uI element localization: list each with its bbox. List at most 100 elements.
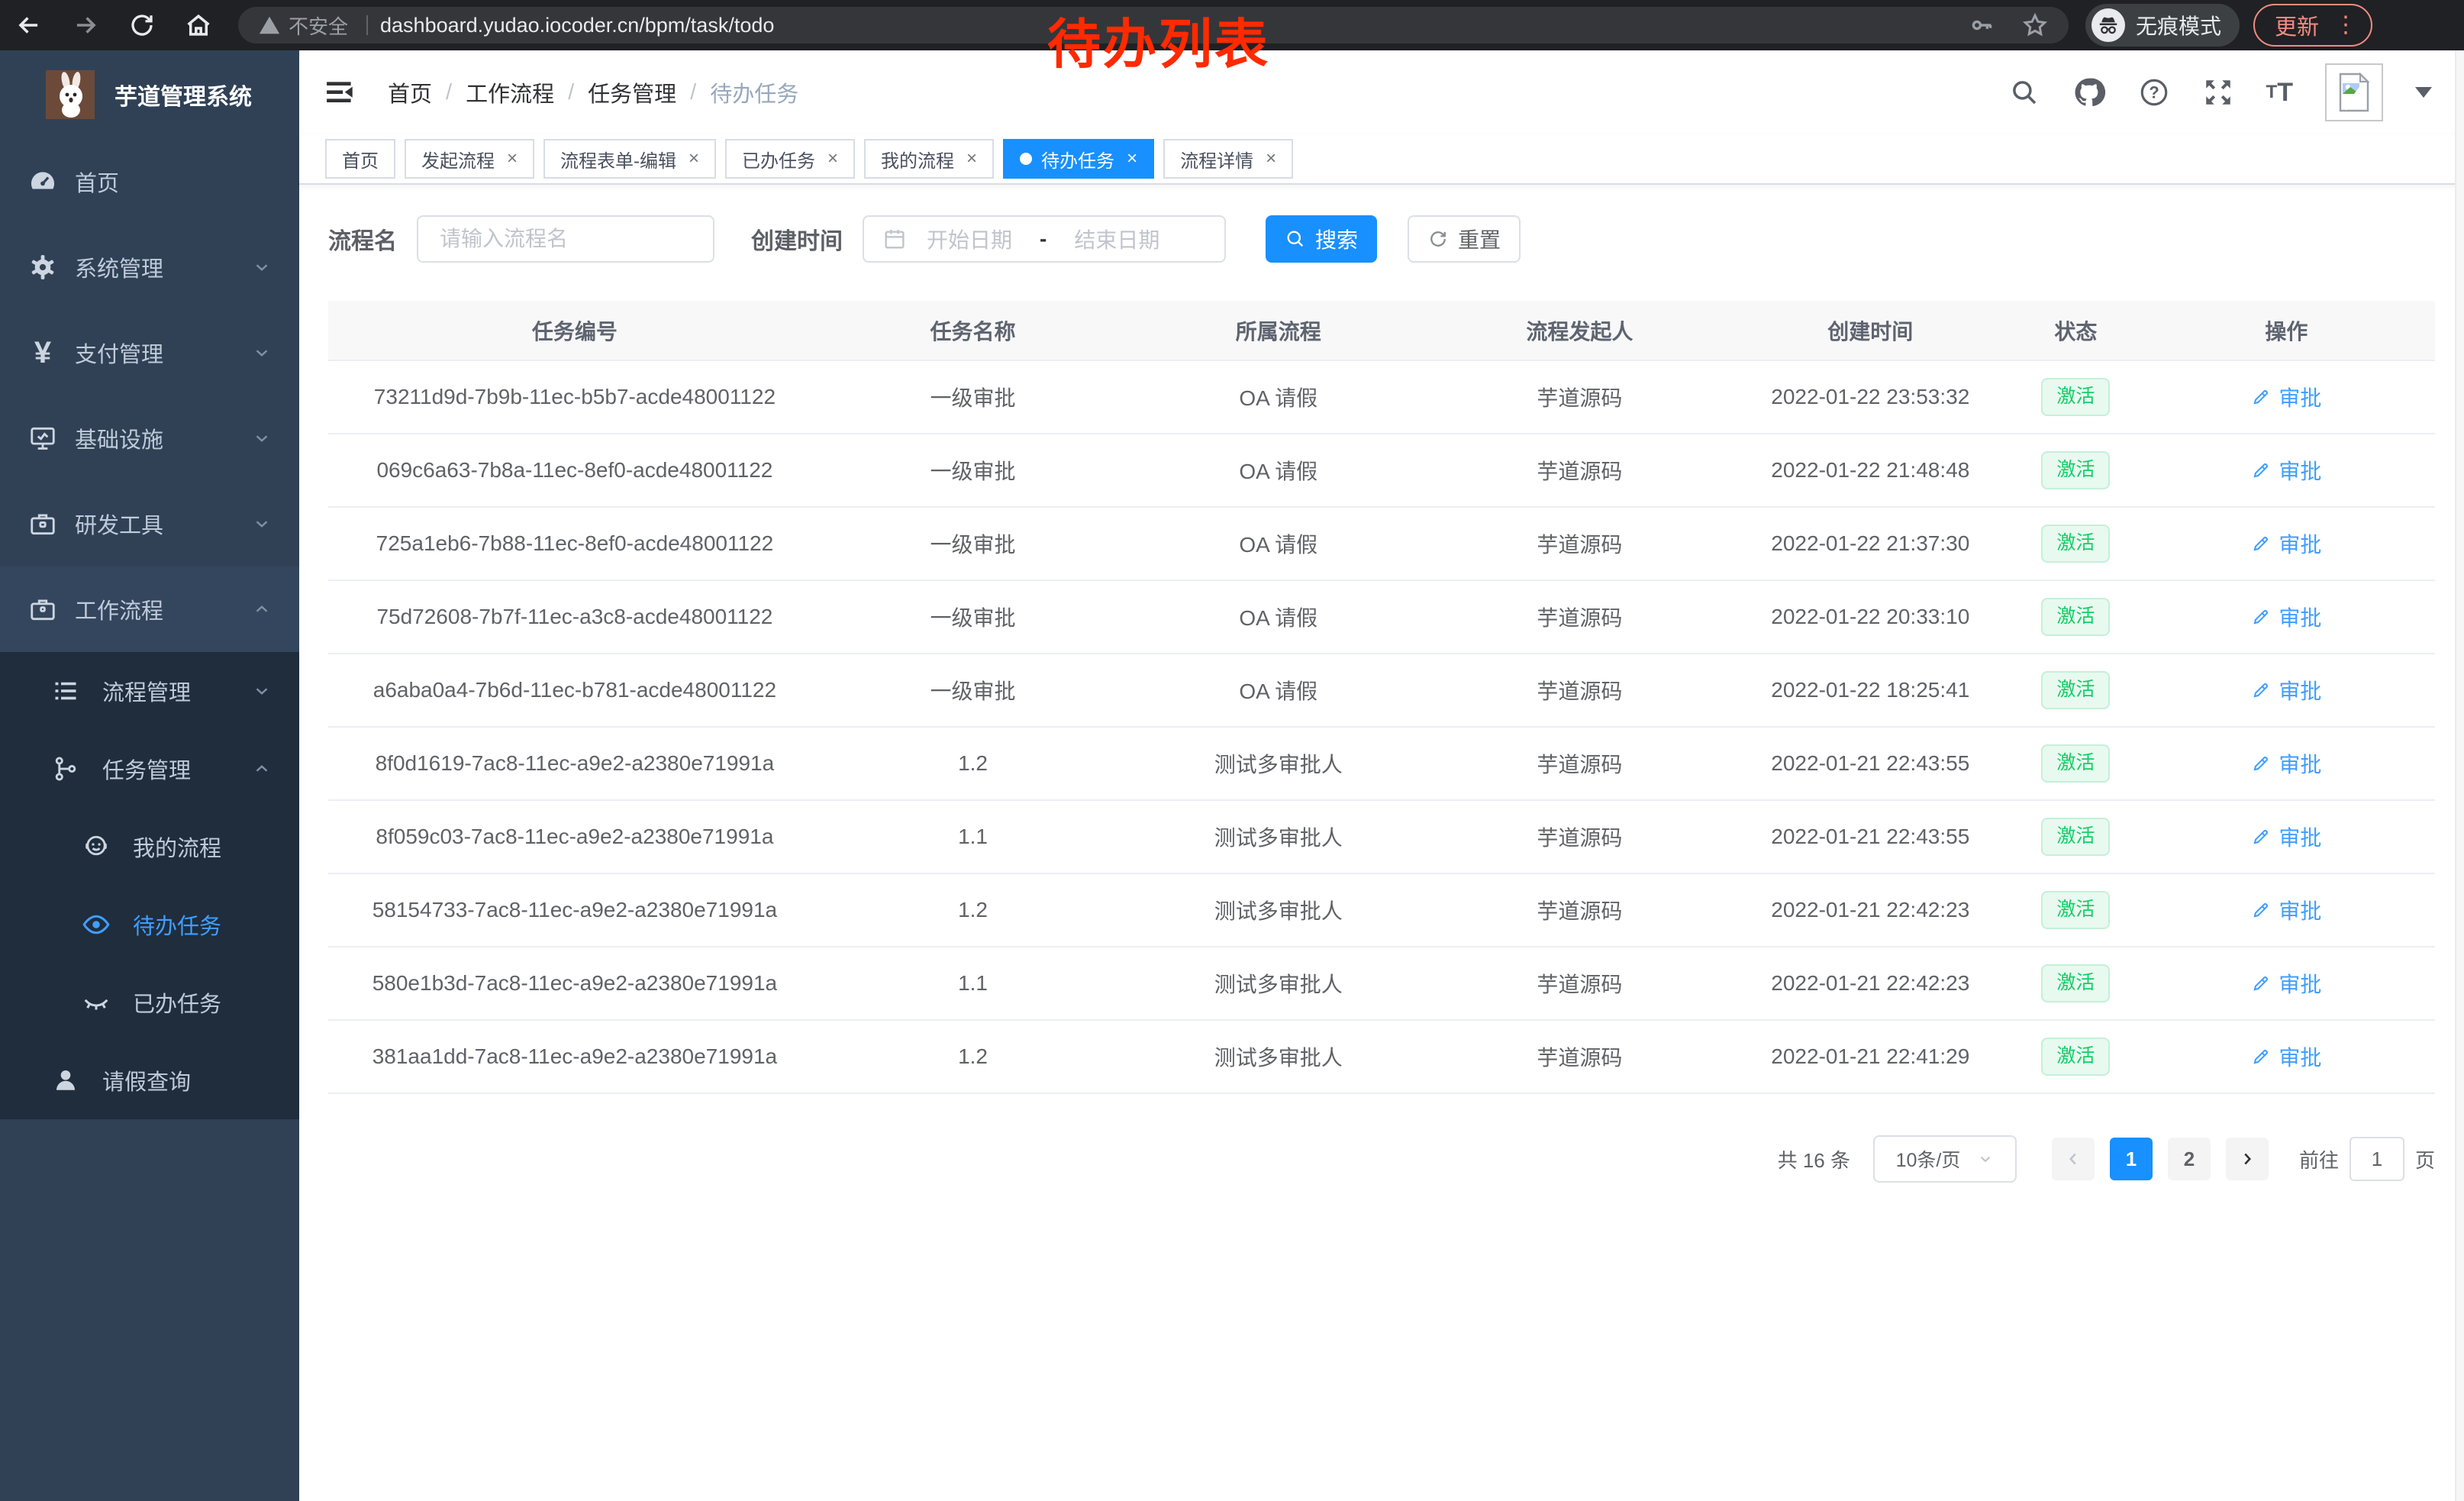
approve-link[interactable]: 审批: [2251, 822, 2321, 852]
sidebar-item-payment[interactable]: ¥ 支付管理: [0, 310, 299, 395]
chevron-left-icon: [2063, 1149, 2083, 1169]
page-size-select[interactable]: 10条/页: [1873, 1135, 2017, 1183]
font-size-icon[interactable]: TT: [2266, 78, 2293, 108]
avatar[interactable]: [2325, 63, 2383, 121]
approve-link[interactable]: 审批: [2251, 968, 2321, 999]
pagination: 共 16 条 10条/页 1 2 前往 页: [328, 1135, 2435, 1183]
url-text[interactable]: dashboard.yudao.iocoder.cn/bpm/task/todo: [380, 14, 774, 37]
status-badge: 激活: [2041, 744, 2110, 783]
edit-pen-icon: [2251, 827, 2271, 847]
browser-back-icon[interactable]: [14, 10, 44, 40]
sidebar-item-process-mgmt[interactable]: 流程管理: [0, 652, 299, 730]
task-name: 1.1: [821, 947, 1124, 1020]
approve-link[interactable]: 审批: [2251, 455, 2321, 486]
tab-start-process[interactable]: 发起流程×: [405, 139, 534, 179]
fullscreen-icon[interactable]: [2202, 76, 2234, 108]
broken-image-icon: [2336, 73, 2372, 112]
app-logo-row[interactable]: 芋道管理系统: [0, 50, 299, 139]
workflow-submenu: 流程管理 任务管理 我的流程: [0, 652, 299, 1119]
close-icon[interactable]: ×: [1127, 148, 1137, 169]
pagination-total: 共 16 条: [1778, 1145, 1850, 1173]
browser-reload-icon[interactable]: [127, 10, 157, 40]
filter-form: 流程名 创建时间 开始日期 - 结束日期 搜索 重置: [328, 215, 2435, 263]
tab-process-detail[interactable]: 流程详情×: [1163, 139, 1293, 179]
user-face-icon: [79, 833, 113, 860]
sidebar-item-todo-tasks[interactable]: 待办任务: [0, 886, 299, 964]
approve-link[interactable]: 审批: [2251, 602, 2321, 632]
sidebar-item-leave-query[interactable]: 请假查询: [0, 1041, 299, 1119]
task-process: 测试多审批人: [1124, 873, 1432, 947]
approve-link[interactable]: 审批: [2251, 675, 2321, 705]
start-date-placeholder[interactable]: 开始日期: [927, 224, 1012, 254]
approve-link[interactable]: 审批: [2251, 1041, 2321, 1072]
process-name-input[interactable]: [417, 215, 714, 263]
approve-link[interactable]: 审批: [2251, 528, 2321, 559]
reset-button[interactable]: 重置: [1408, 215, 1521, 263]
breadcrumb-task-mgmt[interactable]: 任务管理: [588, 76, 676, 108]
end-date-placeholder[interactable]: 结束日期: [1074, 224, 1159, 254]
search-icon[interactable]: [2008, 76, 2040, 108]
page-scrollbar[interactable]: [2455, 50, 2464, 1501]
sidebar-item-home[interactable]: 首页: [0, 139, 299, 224]
app-title: 芋道管理系统: [114, 78, 252, 111]
breadcrumb-workflow[interactable]: 工作流程: [466, 76, 554, 108]
password-key-icon[interactable]: [1969, 12, 1995, 38]
next-page-button[interactable]: [2226, 1138, 2269, 1180]
goto-page-input[interactable]: [2350, 1137, 2404, 1181]
bookmark-star-icon[interactable]: [2021, 11, 2049, 39]
avatar-caret-icon[interactable]: [2415, 87, 2432, 98]
close-icon[interactable]: ×: [507, 148, 518, 169]
chevron-down-icon: [252, 343, 272, 363]
prev-page-button[interactable]: [2052, 1138, 2095, 1180]
tab-done-tasks[interactable]: 已办任务×: [725, 139, 855, 179]
search-button[interactable]: 搜索: [1266, 215, 1377, 263]
sidebar-item-system[interactable]: 系统管理: [0, 224, 299, 310]
sidebar-item-workflow[interactable]: 工作流程: [0, 567, 299, 652]
page-button-2[interactable]: 2: [2168, 1138, 2211, 1180]
task-id: 725a1eb6-7b88-11ec-8ef0-acde48001122: [328, 507, 821, 580]
task-process: OA 请假: [1124, 434, 1432, 507]
tab-my-process[interactable]: 我的流程×: [864, 139, 994, 179]
table-row: a6aba0a4-7b6d-11ec-b781-acde48001122 一级审…: [328, 654, 2435, 727]
sidebar-item-devtools[interactable]: 研发工具: [0, 481, 299, 567]
close-icon[interactable]: ×: [1266, 148, 1276, 169]
breadcrumb-current: 待办任务: [710, 76, 798, 108]
tab-todo-tasks[interactable]: 待办任务×: [1003, 139, 1154, 179]
update-label[interactable]: 更新: [2275, 9, 2319, 41]
edit-pen-icon: [2251, 900, 2271, 920]
security-label[interactable]: 不安全: [289, 11, 348, 40]
table-row: 75d72608-7b7f-11ec-a3c8-acde48001122 一级审…: [328, 580, 2435, 654]
sidebar-item-my-process[interactable]: 我的流程: [0, 808, 299, 886]
table-row: 8f0d1619-7ac8-11ec-a9e2-a2380e71991a 1.2…: [328, 727, 2435, 800]
tab-home[interactable]: 首页: [325, 139, 395, 179]
browser-home-icon[interactable]: [183, 10, 214, 40]
edit-pen-icon: [2251, 387, 2271, 407]
date-range-picker[interactable]: 开始日期 - 结束日期: [863, 215, 1226, 263]
approve-link[interactable]: 审批: [2251, 748, 2321, 779]
sidebar-item-done-tasks[interactable]: 已办任务: [0, 964, 299, 1041]
tab-form-edit[interactable]: 流程表单-编辑×: [543, 139, 716, 179]
not-secure-warning-icon: [258, 14, 281, 37]
approve-link[interactable]: 审批: [2251, 382, 2321, 412]
eye-icon: [79, 910, 113, 939]
approve-link[interactable]: 审批: [2251, 895, 2321, 925]
sidebar-item-task-mgmt[interactable]: 任务管理: [0, 730, 299, 808]
chevron-up-icon: [252, 599, 272, 619]
hamburger-icon[interactable]: [325, 76, 357, 108]
sidebar-item-infra[interactable]: 基础设施: [0, 395, 299, 481]
browser-forward-icon[interactable]: [70, 10, 101, 40]
task-name: 1.2: [821, 873, 1124, 947]
page-button-1[interactable]: 1: [2110, 1138, 2153, 1180]
create-time-label: 创建时间: [751, 222, 843, 256]
github-icon[interactable]: [2072, 76, 2106, 109]
close-icon[interactable]: ×: [689, 148, 699, 169]
edit-pen-icon: [2251, 460, 2271, 480]
task-starter: 芋道源码: [1432, 654, 1727, 727]
close-icon[interactable]: ×: [966, 148, 977, 169]
browser-update-button[interactable]: 更新 ⋮: [2253, 4, 2372, 47]
help-icon[interactable]: ?: [2138, 76, 2170, 108]
app-logo: [46, 70, 95, 119]
close-icon[interactable]: ×: [827, 148, 838, 169]
browser-menu-icon[interactable]: ⋮: [2334, 14, 2357, 37]
breadcrumb-home[interactable]: 首页: [388, 76, 432, 108]
